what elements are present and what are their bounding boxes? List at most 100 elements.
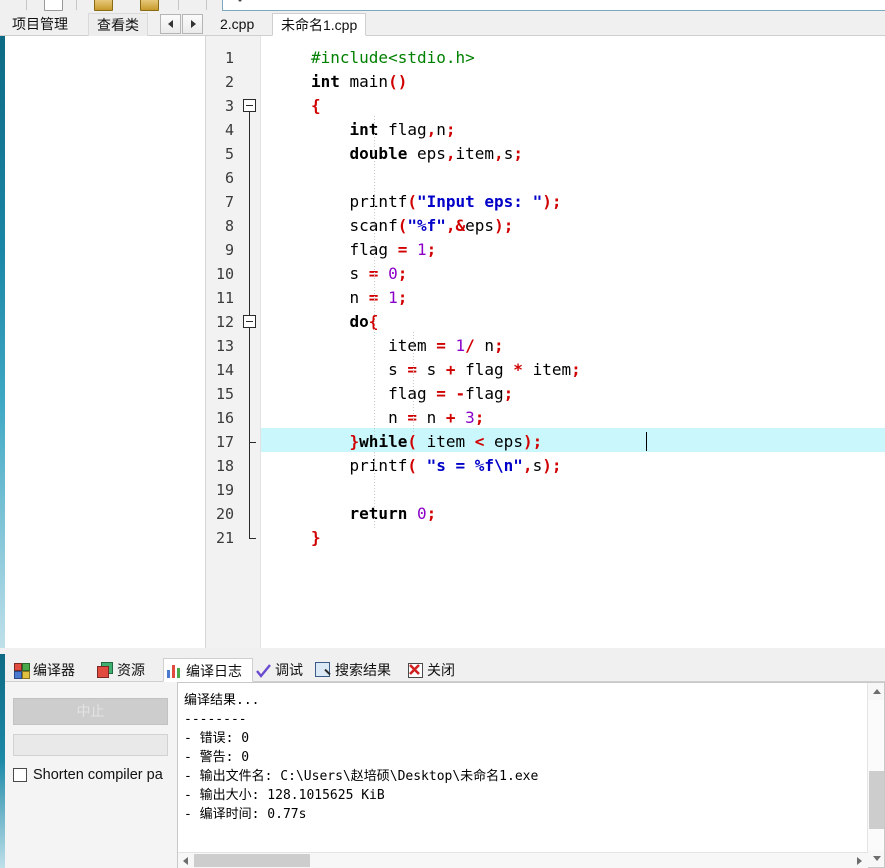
shorten-compiler-paths-checkbox[interactable] [13,768,27,782]
tab-project-manager[interactable]: 项目管理 [4,13,76,36]
code-token: 1 [388,288,398,307]
line-number: 17 [215,433,234,451]
code-token: = [436,336,456,355]
code-line[interactable]: int flag,n; [311,118,456,142]
save-folder-icon[interactable] [140,0,159,11]
new-file-icon[interactable] [44,0,63,11]
code-line[interactable]: printf( "s = %f\n",s); [311,454,562,478]
line-number: 19 [215,481,234,499]
code-token: item [455,144,495,163]
code-token: s [388,360,408,379]
bottom-tab-label: 编译器 [33,662,75,678]
code-token: { [311,96,321,115]
code-text-area[interactable]: #include<stdio.h> int main() { int flag,n;… [261,36,885,648]
code-token: ) [494,216,504,235]
line-number: 13 [215,337,234,355]
code-token: n [426,408,446,427]
code-line[interactable]: scanf("%f",&eps); [311,214,514,238]
bottom-tab-grid[interactable]: 编译器 [11,658,95,682]
abort-button[interactable]: 中止 [13,698,168,725]
code-token: = [368,264,389,283]
panel-splitter[interactable] [0,648,885,654]
code-line[interactable]: #include<stdio.h> [311,46,475,70]
line-number: 18 [215,457,234,475]
open-folder-icon[interactable] [94,0,113,11]
log-horizontal-scrollbar[interactable] [178,852,868,868]
tab-file-untitled1cpp[interactable]: 未命名1.cpp [272,13,367,36]
code-token: flag [388,120,427,139]
bottom-tab-close[interactable]: 关闭 [405,658,467,682]
shorten-compiler-paths-option[interactable]: Shorten compiler pa [13,766,178,786]
code-line[interactable]: }while( item < eps); [311,430,543,454]
line-number: 6 [224,169,234,187]
code-line[interactable]: int main() [311,70,407,94]
ide-window: 项目管理 查看类 2.cpp 未命名1.cpp #include<stdio.h… [0,0,885,868]
code-token: * [513,360,533,379]
code-token: ; [532,432,543,451]
code-token: ( [407,432,427,451]
code-token: ( [397,216,408,235]
code-token: / [465,336,485,355]
log-vertical-scrollbar[interactable] [867,683,884,867]
scroll-down-button[interactable] [868,850,884,867]
line-number: 15 [215,385,234,403]
tab-class-browser[interactable]: 查看类 [88,13,148,36]
fold-toggle-icon[interactable] [243,99,256,112]
scrollbar-thumb[interactable] [194,854,310,867]
code-token: + [445,408,466,427]
code-token: do [349,312,369,331]
line-number: 2 [224,73,234,91]
resource-icon [97,662,114,678]
code-line[interactable]: double eps,item,s; [311,142,523,166]
code-token: ; [503,216,514,235]
bottom-tab-search[interactable]: 搜索结果 [313,658,405,682]
fold-toggle-icon[interactable] [243,315,256,328]
code-line[interactable]: s = 0; [311,262,408,286]
tab-file-2cpp[interactable]: 2.cpp [212,13,262,36]
code-line[interactable]: item = 1/ n; [311,334,504,358]
indent-guide [374,116,375,530]
line-number: 14 [215,361,234,379]
scroll-up-button[interactable] [868,683,884,700]
code-token: n [349,288,369,307]
bottom-tab-check[interactable]: 调试 [253,658,313,682]
tab-label: 项目管理 [12,16,68,32]
bottom-tab-label: 编译日志 [186,663,242,679]
compile-log-view[interactable]: 编译结果... -------- - 错误: 0 - 警告: 0 - 输出文件名… [177,682,885,868]
code-token: , [445,216,456,235]
code-line[interactable]: { [311,94,321,118]
bottom-tab-label: 调试 [275,662,303,678]
tab-bar: 项目管理 查看类 2.cpp 未命名1.cpp [0,12,885,36]
code-token: } [311,528,321,547]
code-editor[interactable]: #include<stdio.h> int main() { int flag,n;… [206,36,885,648]
line-number: 20 [215,505,234,523]
project-manager-panel[interactable] [5,36,206,648]
tab-scroll-left-button[interactable] [160,14,181,34]
code-line[interactable]: printf("Input eps: "); [311,190,562,214]
tab-scroll-right-button[interactable] [182,14,203,34]
code-line[interactable]: n = 1; [311,286,408,310]
close-icon [407,662,424,678]
bottom-tab-resource[interactable]: 资源 [95,658,163,682]
code-token: ; [503,384,514,403]
code-token: return [349,504,417,523]
code-token: n [436,120,446,139]
code-line[interactable]: do{ [311,310,379,334]
code-line[interactable]: n = n + 3; [311,406,484,430]
scrollbar-thumb[interactable] [869,771,884,829]
code-token: = - [436,384,466,403]
toolbar-combo-input[interactable] [222,0,885,11]
scroll-right-button[interactable] [852,853,868,868]
line-number: 12 [215,313,234,331]
bottom-tab-barchart[interactable]: 编译日志 [163,658,253,682]
code-line[interactable]: } [311,526,321,550]
code-line[interactable]: s = s + flag * item; [311,358,581,382]
scroll-left-button[interactable] [178,853,194,868]
code-token: item [426,432,475,451]
bottom-tab-label: 关闭 [427,662,455,678]
